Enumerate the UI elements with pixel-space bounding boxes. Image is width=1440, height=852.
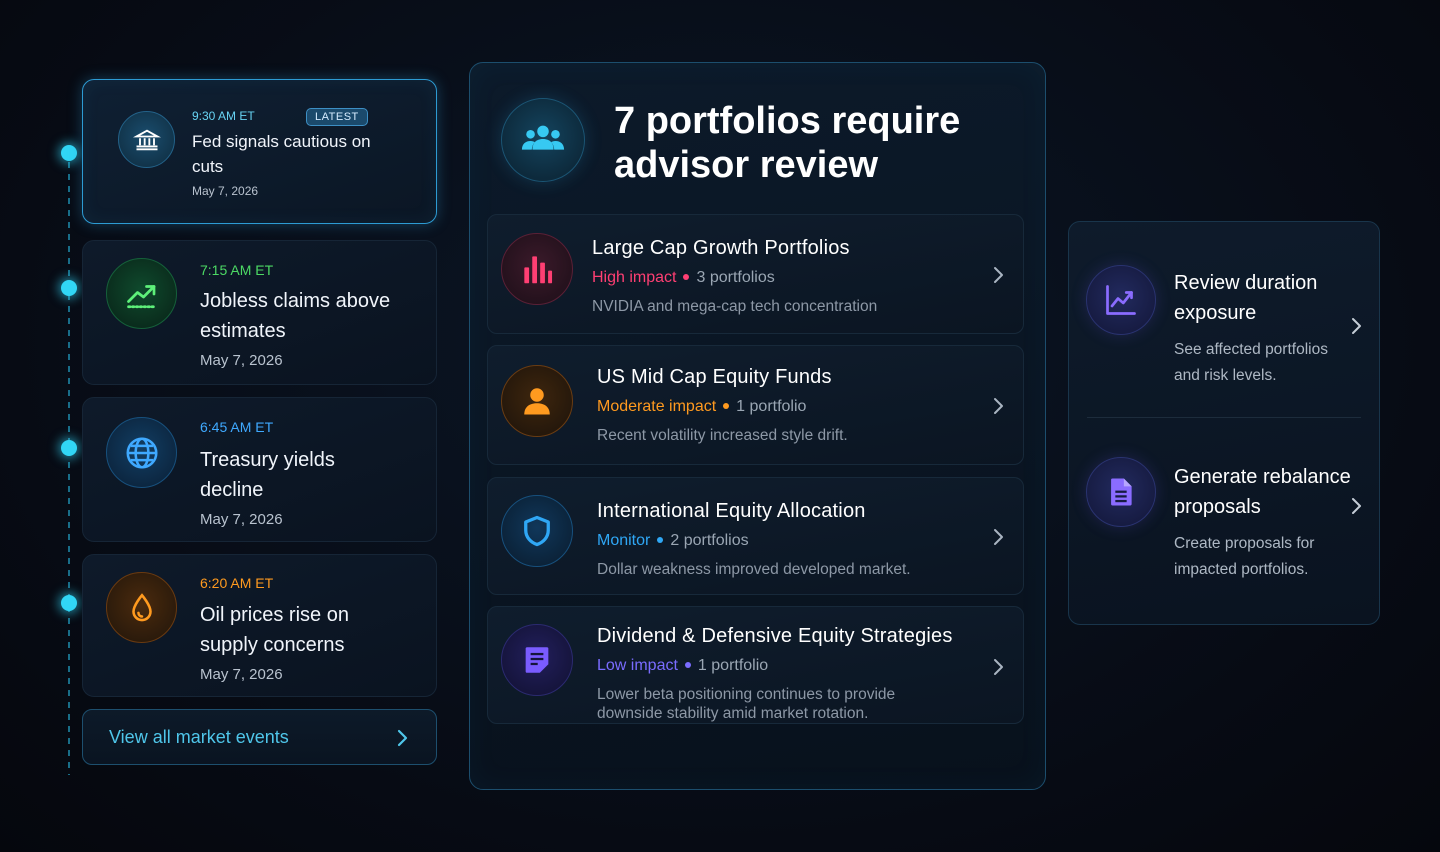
portfolio-review-panel: 7 portfolios require advisor review Larg… — [469, 62, 1046, 790]
actions-panel: Review duration exposure See affected po… — [1068, 221, 1380, 625]
timeline-dot — [61, 440, 77, 456]
bar-chart-icon — [501, 233, 573, 305]
event-time: 6:20 AM ET — [200, 575, 274, 591]
impact-row: Moderate impact 1 portfolio — [597, 398, 806, 416]
oil-drop-icon — [106, 572, 177, 643]
portfolio-name: International Equity Allocation — [597, 500, 866, 522]
portfolio-name: US Mid Cap Equity Funds — [597, 366, 832, 388]
event-card-jobless[interactable]: 7:15 AM ET Jobless claims above estimate… — [82, 240, 437, 385]
action-description: Create proposals for impacted portfolios… — [1174, 535, 1315, 578]
portfolio-card-international[interactable]: International Equity Allocation Monitor 2… — [487, 477, 1024, 595]
timeline-line — [68, 150, 70, 775]
generate-rebalance-action[interactable]: Generate rebalance proposals Create prop… — [1069, 418, 1379, 618]
portfolio-card-large-cap[interactable]: Large Cap Growth Portfolios High impact 3… — [487, 214, 1024, 334]
chevron-right-icon — [994, 267, 1003, 283]
review-duration-action[interactable]: Review duration exposure See affected po… — [1069, 222, 1379, 417]
portfolio-count: 1 portfolio — [697, 657, 769, 674]
action-description: See affected portfolios and risk levels. — [1174, 341, 1328, 384]
portfolio-description: Recent volatility increased style drift. — [597, 427, 848, 444]
document-icon — [501, 624, 573, 696]
action-title: Review duration exposure — [1174, 272, 1318, 324]
separator-dot — [684, 661, 691, 668]
review-title: 7 portfolios require advisor review — [614, 100, 961, 186]
impact-label: Monitor — [597, 532, 651, 549]
event-card-oil[interactable]: 6:20 AM ET Oil prices rise on supply con… — [82, 554, 437, 697]
event-title: Treasury yields decline — [200, 449, 335, 501]
event-date: May 7, 2026 — [200, 511, 283, 528]
person-icon — [501, 365, 573, 437]
portfolio-description: Dollar weakness improved developed marke… — [597, 561, 911, 578]
globe-icon — [106, 417, 177, 488]
event-title: Fed signals cautious on cuts — [192, 132, 371, 176]
line-chart-icon — [1086, 265, 1156, 335]
separator-dot — [683, 273, 690, 280]
impact-row: Low impact 1 portfolio — [597, 657, 768, 675]
shield-icon — [501, 495, 573, 567]
event-card-fed[interactable]: 9:30 AM ET LATEST Fed signals cautious o… — [82, 79, 437, 224]
view-all-events-button[interactable]: View all market events — [82, 709, 437, 765]
portfolio-description: Lower beta positioning continues to prov… — [597, 686, 896, 722]
chevron-right-icon — [397, 729, 408, 747]
event-title: Oil prices rise on supply concerns — [200, 604, 349, 656]
timeline-dot — [61, 595, 77, 611]
separator-dot — [657, 536, 664, 543]
event-title: Jobless claims above estimates — [200, 290, 391, 342]
event-card-treasury[interactable]: 6:45 AM ET Treasury yields decline May 7… — [82, 397, 437, 542]
impact-row: High impact 3 portfolios — [592, 269, 775, 287]
chevron-right-icon — [1352, 318, 1361, 334]
portfolio-count: 1 portfolio — [736, 398, 807, 415]
event-date: May 7, 2026 — [200, 666, 283, 683]
impact-label: Low impact — [597, 657, 678, 674]
portfolio-description: NVIDIA and mega-cap tech concentration — [592, 298, 878, 315]
impact-label: High impact — [592, 269, 677, 286]
bank-icon — [118, 111, 175, 168]
timeline-dot — [61, 280, 77, 296]
impact-label: Moderate impact — [597, 398, 717, 415]
trending-up-icon — [106, 258, 177, 329]
chevron-right-icon — [994, 398, 1003, 414]
portfolio-count: 3 portfolios — [696, 269, 775, 286]
action-title: Generate rebalance proposals — [1174, 466, 1351, 518]
event-date: May 7, 2026 — [200, 352, 283, 369]
chevron-right-icon — [994, 529, 1003, 545]
file-text-icon — [1086, 457, 1156, 527]
event-time: 9:30 AM ET — [192, 109, 255, 123]
portfolio-count: 2 portfolios — [670, 532, 749, 549]
latest-badge: LATEST — [306, 108, 368, 126]
event-date: May 7, 2026 — [192, 184, 259, 198]
timeline-dot — [61, 145, 77, 161]
users-group-icon — [501, 98, 585, 182]
portfolio-card-dividend[interactable]: Dividend & Defensive Equity Strategies L… — [487, 606, 1024, 724]
event-time: 6:45 AM ET — [200, 419, 274, 435]
portfolio-card-mid-cap[interactable]: US Mid Cap Equity Funds Moderate impact 1… — [487, 345, 1024, 465]
portfolio-name: Large Cap Growth Portfolios — [592, 237, 850, 259]
view-all-label: View all market events — [109, 726, 289, 747]
impact-row: Monitor 2 portfolios — [597, 532, 749, 550]
separator-dot — [723, 402, 730, 409]
chevron-right-icon — [994, 659, 1003, 675]
chevron-right-icon — [1352, 498, 1361, 514]
portfolio-name: Dividend & Defensive Equity Strategies — [597, 625, 953, 647]
event-time: 7:15 AM ET — [200, 262, 274, 278]
